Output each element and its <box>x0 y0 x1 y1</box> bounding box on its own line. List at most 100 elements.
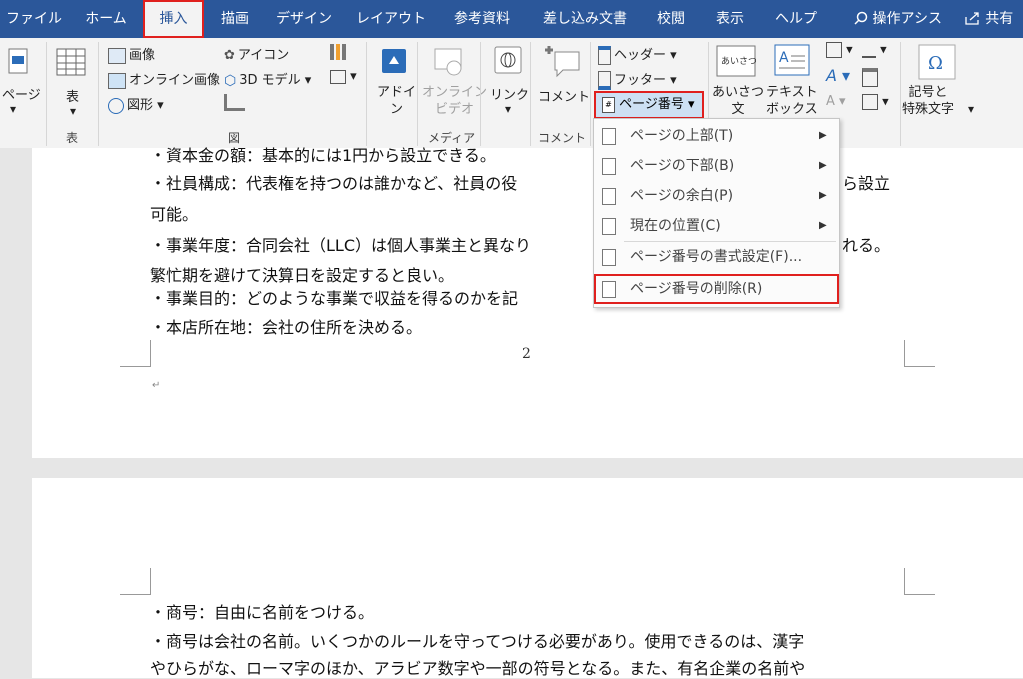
tab-review[interactable]: 校閲 <box>646 0 696 38</box>
shapes-button[interactable]: 図形 ▾ <box>108 94 164 114</box>
ribbon-insert: ページ ▾ 表 ▾ 表 画像 オンライン画像 図形 ▾ ✿ アイコン ⬡ 3D モデ… <box>0 38 1023 149</box>
date-time-button[interactable] <box>862 68 878 87</box>
menu-item-top-of-page[interactable]: ページの上部(T) ▶ <box>594 121 839 151</box>
symbols-button[interactable]: 記号と 特殊文字 <box>902 84 954 118</box>
doc-line: 繁忙期を避けて決算日を設定すると良い。 <box>150 266 455 285</box>
drop-cap-button[interactable]: A ▾ <box>826 94 846 109</box>
doc-line: ・事業年度：合同会社（LLC）は個人事業主と異なり <box>150 236 532 255</box>
menu-item-remove-page-numbers[interactable]: ページ番号の削除(R) <box>594 274 839 304</box>
page-number-button[interactable]: # ページ番号 ▾ <box>594 91 704 119</box>
addins-icon <box>381 48 407 78</box>
tab-design[interactable]: デザイン <box>266 0 342 38</box>
doc-line: 可能。 <box>150 205 199 224</box>
doc-line: ・商号は会社の名前。いくつかのルールを守ってつける必要があり。使用できるのは、漢… <box>150 632 805 651</box>
comment-button[interactable]: コメント <box>538 86 590 105</box>
page-margin-icon <box>602 188 616 205</box>
quick-parts-icon <box>826 42 842 58</box>
header-icon <box>598 46 611 65</box>
doc-line-tail: れる。 <box>842 236 891 255</box>
margin-corner-mark <box>904 340 935 367</box>
icons-button[interactable]: ✿ アイコン <box>224 44 289 63</box>
greeting-button[interactable]: あいさつ 文 <box>712 84 764 118</box>
wordart-button[interactable]: A ▾ <box>826 66 850 85</box>
online-video-button[interactable]: オンライン ビデオ <box>422 84 487 118</box>
svg-text:あいさつ: あいさつ <box>721 56 756 67</box>
tab-home[interactable]: ホーム <box>74 0 138 38</box>
svg-text:A: A <box>779 50 789 66</box>
online-picture-icon <box>108 72 126 89</box>
chart-button[interactable] <box>330 44 346 60</box>
textbox-icon: A <box>774 44 810 82</box>
textbox-button[interactable]: テキスト ボックス <box>766 84 818 118</box>
format-page-number-icon <box>602 249 616 266</box>
link-button[interactable]: リンク <box>490 84 529 103</box>
greeting-icon: あいさつ <box>716 44 757 84</box>
smartart-icon <box>224 94 245 111</box>
screenshot-button[interactable]: ▾ <box>330 69 357 84</box>
picture-icon <box>108 47 126 64</box>
menu-item-bottom-of-page[interactable]: ページの下部(B) ▶ <box>594 151 839 181</box>
signature-line-button[interactable]: ▾ <box>862 42 887 58</box>
symbols-dropdown-icon[interactable]: ▾ <box>968 102 974 116</box>
icons-icon: ✿ <box>224 48 235 63</box>
margin-corner-mark <box>120 340 151 367</box>
quick-parts-button[interactable]: ▾ <box>826 42 853 58</box>
tab-view[interactable]: 表示 <box>700 0 760 38</box>
menu-item-format-page-numbers[interactable]: ページ番号の書式設定(F)... <box>594 242 839 272</box>
tab-file[interactable]: ファイル <box>0 0 68 38</box>
paragraph-mark: ↵ <box>152 380 161 391</box>
insert-image-button[interactable]: 画像 <box>108 44 155 64</box>
link-dropdown-icon[interactable]: ▾ <box>505 102 511 116</box>
margin-corner-mark <box>120 568 151 595</box>
page-number-label: ページ番号 <box>619 97 684 112</box>
tab-help[interactable]: ヘルプ <box>764 0 828 38</box>
doc-line: ・社員構成：代表権を持つのは誰かなど、社員の役 <box>150 174 518 193</box>
signature-icon <box>862 42 876 58</box>
screenshot-icon <box>330 69 346 84</box>
doc-line-tail: ら設立 <box>842 174 891 193</box>
page-1: ・資本金の額：基本的には1円から設立できる。 ・社員構成：代表権を持つのは誰かな… <box>32 146 1023 458</box>
tab-layout[interactable]: レイアウト <box>348 0 434 38</box>
doc-line: ・本店所在地：会社の住所を決める。 <box>150 318 423 337</box>
cover-page-icon <box>8 48 28 78</box>
header-button[interactable]: ヘッダー ▾ <box>598 44 677 65</box>
pages-dropdown-icon[interactable]: ▾ <box>10 102 16 116</box>
tab-references[interactable]: 参考資料 <box>440 0 524 38</box>
object-button[interactable]: ▾ <box>862 94 889 110</box>
smartart-button[interactable] <box>224 94 245 111</box>
page-top-icon <box>602 128 616 145</box>
pages-button[interactable]: ページ <box>2 84 41 103</box>
ribbon-tab-bar: ファイル ホーム 挿入 描画 デザイン レイアウト 参考資料 差し込み文書 校閲… <box>0 0 1023 38</box>
link-icon <box>494 46 522 78</box>
tab-mailings[interactable]: 差し込み文書 <box>530 0 640 38</box>
comments-group-label: コメント <box>538 131 587 145</box>
share-icon <box>965 12 979 25</box>
page-number-icon: # <box>602 96 615 113</box>
table-dropdown-icon[interactable]: ▾ <box>70 104 76 118</box>
menu-item-current-position[interactable]: 現在の位置(C) ▶ <box>594 211 839 241</box>
table-group-label: 表 <box>66 131 79 145</box>
addins-button[interactable]: アドイ ン <box>377 84 416 118</box>
page-2: ・商号：自由に名前をつける。 ・商号は会社の名前。いくつかのルールを守ってつける… <box>32 478 1023 678</box>
footer-button[interactable]: フッター ▾ <box>598 69 677 90</box>
submenu-arrow-icon: ▶ <box>819 190 827 201</box>
online-video-icon <box>434 48 462 80</box>
3d-models-button[interactable]: ⬡ 3D モデル ▾ <box>224 69 311 89</box>
share-button[interactable]: 共有 <box>955 0 1023 38</box>
omega-icon: Ω <box>918 44 956 84</box>
tab-insert[interactable]: 挿入 <box>143 0 204 38</box>
tell-me-search[interactable]: 操作アシス <box>848 0 948 38</box>
online-image-button[interactable]: オンライン画像 <box>108 69 220 89</box>
menu-item-page-margins[interactable]: ページの余白(P) ▶ <box>594 181 839 211</box>
submenu-arrow-icon: ▶ <box>819 220 827 231</box>
submenu-arrow-icon: ▶ <box>819 130 827 141</box>
tab-draw[interactable]: 描画 <box>210 0 260 38</box>
current-position-icon <box>602 218 616 235</box>
calendar-icon <box>862 68 878 87</box>
chart-icon <box>330 44 346 60</box>
table-button[interactable]: 表 <box>66 86 79 105</box>
object-icon <box>862 94 878 110</box>
drop-cap-icon: A <box>826 94 835 109</box>
table-icon <box>56 48 86 80</box>
doc-line: ・資本金の額：基本的には1円から設立できる。 <box>150 146 496 165</box>
